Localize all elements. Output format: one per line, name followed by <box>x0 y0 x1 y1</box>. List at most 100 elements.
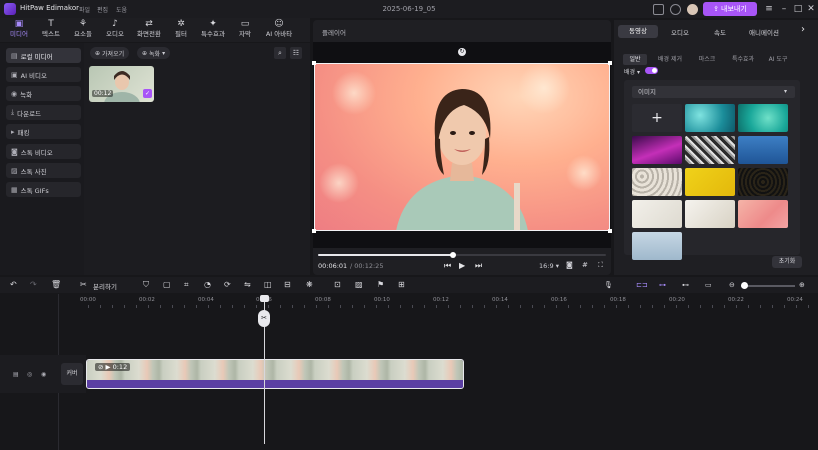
redo-icon[interactable]: ↷ <box>30 280 37 290</box>
clip-icon[interactable]: ⊡ <box>334 280 341 290</box>
sidebar-item-ai-video[interactable]: ▣ AI 비디오 <box>6 67 81 82</box>
transform-icon[interactable]: ⊞ <box>398 280 405 290</box>
subtab-bg-removal[interactable]: 배경 제거 <box>651 54 689 65</box>
subtab-mask[interactable]: 마스크 <box>692 54 722 65</box>
tab-text[interactable]: T 텍스트 <box>34 19 68 41</box>
undo-icon[interactable]: ↶ <box>10 280 17 290</box>
background-tile[interactable] <box>632 136 682 164</box>
tab-subtitle[interactable]: ▭ 자막 <box>228 19 262 41</box>
fit-icon[interactable]: ▭ <box>705 279 712 291</box>
sidebar-item-stock-gifs[interactable]: ▦ 스톡 GIFs <box>6 182 81 197</box>
menu-icon[interactable]: ≡ <box>763 3 775 15</box>
selection-box[interactable] <box>314 63 610 231</box>
marker-icon[interactable]: ⚑ <box>377 280 384 290</box>
tab-audio-props[interactable]: 오디오 <box>660 27 700 37</box>
zoom-slider-knob[interactable] <box>741 282 748 289</box>
freeze-icon[interactable]: ▢ <box>163 280 171 290</box>
rotate-icon[interactable]: ⟳ <box>224 280 231 290</box>
tab-animation[interactable]: 애니메이션 <box>744 27 784 37</box>
zoom-slider[interactable] <box>741 285 795 287</box>
cover-button[interactable]: 커버 <box>61 363 83 385</box>
maximize-icon[interactable]: □ <box>792 3 804 15</box>
crop-icon[interactable]: ⌗ <box>184 280 189 290</box>
zoom-in-icon[interactable]: ⊕ <box>799 279 805 291</box>
sidebar-item-download[interactable]: ⤓ 다운로드 <box>6 105 81 120</box>
link-icon[interactable]: ⊶ <box>659 279 666 291</box>
menu-file[interactable]: 파일 <box>79 5 90 14</box>
reset-button[interactable]: 초기화 <box>772 256 802 268</box>
subtab-ai-tools[interactable]: AI 도구 <box>764 54 792 65</box>
lock-icon[interactable]: ◎ <box>27 371 32 378</box>
scissors-icon[interactable]: ✂ <box>80 280 87 290</box>
background-tile[interactable] <box>685 168 735 196</box>
subtab-general[interactable]: 일반 <box>623 54 647 65</box>
avatar[interactable] <box>687 4 698 15</box>
sidebar-item-stock-photo[interactable]: ▨ 스톡 사진 <box>6 163 81 178</box>
resize-handle[interactable] <box>312 229 316 233</box>
resize-handle[interactable] <box>608 229 612 233</box>
next-frame-icon[interactable]: ⏭ <box>475 261 482 271</box>
snap-icon[interactable]: ⊏⊐ <box>636 279 648 291</box>
chain-icon[interactable]: ⊷ <box>682 279 689 291</box>
zoom-out-icon[interactable]: ⊖ <box>729 279 735 291</box>
background-type-select[interactable]: 이미지 <box>632 86 795 98</box>
tab-ai-avatar[interactable]: ☺ AI 아바타 <box>262 19 296 41</box>
split-handle-icon[interactable]: ✂ <box>258 310 270 327</box>
play-icon[interactable]: ▶ <box>459 261 465 270</box>
previous-frame-icon[interactable]: ⏮ <box>444 261 451 271</box>
record-button[interactable]: ⊕ 녹화 ▾ <box>137 47 171 59</box>
subtab-effects[interactable]: 특수효과 <box>724 54 762 65</box>
sidebar-item-packing[interactable]: ▸ 패킹 <box>6 124 81 139</box>
import-button[interactable]: ⊕ 가져오기 <box>90 47 130 59</box>
track-video-icon[interactable]: ▤ <box>13 371 19 378</box>
background-tile[interactable] <box>685 104 735 132</box>
flip-icon[interactable]: ◫ <box>264 280 272 290</box>
split-label[interactable]: 분리하기 <box>93 281 117 291</box>
speed-icon[interactable]: ◔ <box>204 280 211 290</box>
feedback-icon[interactable] <box>653 4 664 15</box>
menu-help[interactable]: 도움 <box>116 5 127 14</box>
menu-edit[interactable]: 편집 <box>97 5 108 14</box>
sparkle-icon[interactable]: ❋ <box>306 280 313 290</box>
microphone-icon[interactable]: 🎙 <box>604 279 613 291</box>
eye-icon[interactable]: ◉ <box>41 371 46 378</box>
camera-icon[interactable]: ◙ <box>566 261 573 269</box>
add-background-button[interactable]: + <box>632 104 682 132</box>
rotate-icon[interactable]: ↻ <box>458 48 466 56</box>
tab-media[interactable]: ▣ 미디어 <box>2 19 36 41</box>
chevron-right-icon[interactable]: › <box>801 24 805 35</box>
tab-elements[interactable]: ⚘ 요소들 <box>66 19 100 41</box>
background-tile[interactable] <box>685 136 735 164</box>
delete-icon[interactable]: 🗑 <box>51 280 61 290</box>
tab-video[interactable]: 동영상 <box>618 25 658 38</box>
mirror-icon[interactable]: ⊟ <box>284 280 291 290</box>
tab-audio[interactable]: ♪ 오디오 <box>98 19 132 41</box>
background-tile[interactable] <box>632 232 682 260</box>
resize-handle[interactable] <box>312 61 316 65</box>
playhead-cap[interactable] <box>260 295 269 302</box>
tab-effects[interactable]: ✦ 특수효과 <box>196 19 230 41</box>
background-tile[interactable] <box>738 168 788 196</box>
aspect-ratio-select[interactable]: 16:9 ▾ <box>539 262 559 270</box>
background-tile[interactable] <box>738 136 788 164</box>
export-button[interactable]: ⇪ 내보내기 <box>703 2 757 16</box>
background-tile[interactable] <box>738 104 788 132</box>
background-tile[interactable] <box>738 200 788 228</box>
fullscreen-icon[interactable]: ⛶ <box>598 261 603 270</box>
image-icon[interactable]: ▨ <box>355 280 363 290</box>
grid-icon[interactable]: # <box>582 261 588 269</box>
tab-transition[interactable]: ⇄ 화면전환 <box>132 19 166 41</box>
background-tile[interactable] <box>632 200 682 228</box>
close-icon[interactable]: ✕ <box>805 3 817 15</box>
resize-handle[interactable] <box>608 61 612 65</box>
background-toggle[interactable] <box>645 67 658 74</box>
shield-icon[interactable]: ⛉ <box>143 280 149 290</box>
sidebar-item-stock-video[interactable]: ◙ 스톡 비디오 <box>6 144 81 159</box>
download-icon[interactable] <box>670 4 681 15</box>
search-icon[interactable]: ⌕ <box>274 47 286 59</box>
background-tile[interactable] <box>685 200 735 228</box>
tab-filter[interactable]: ✲ 필터 <box>164 19 198 41</box>
tab-speed[interactable]: 속도 <box>700 27 740 37</box>
sidebar-item-record[interactable]: ◉ 녹화 <box>6 86 81 101</box>
sidebar-item-local-media[interactable]: ▤ 로컬 미디어 <box>6 48 81 63</box>
